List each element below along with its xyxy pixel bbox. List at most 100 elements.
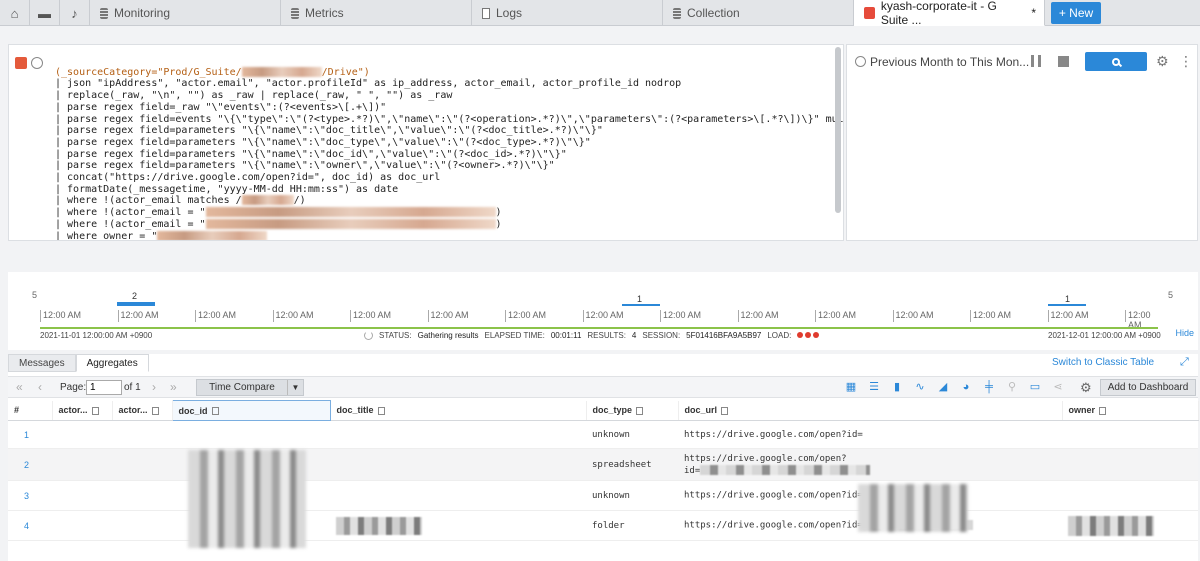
line-chart-icon[interactable]: ∿ xyxy=(913,381,927,394)
add-to-dashboard-button[interactable]: Add to Dashboard xyxy=(1100,379,1196,396)
query-line: | parse regex field=_raw "\"events\":(?<… xyxy=(55,101,387,113)
redacted-doc-urls xyxy=(858,484,968,532)
tab-messages[interactable]: Messages xyxy=(8,354,76,372)
chevron-down-icon[interactable]: ▼ xyxy=(287,380,303,395)
time-axis-tick-label: 12:00 AM xyxy=(1125,310,1160,330)
time-axis-tick-label: 12:00 AM xyxy=(427,310,469,322)
histogram: 5 5 2 1 1 12:00 AM 12:00 AM 12:00 AM 12:00 … xyxy=(8,272,1198,350)
expand-icon[interactable]: ⤢ xyxy=(1180,356,1189,369)
box-plot-icon[interactable]: ╪ xyxy=(982,381,996,394)
query-editor[interactable]: (_sourceCategory="Prod/G_Suite//Drive") |… xyxy=(8,44,844,241)
database-icon xyxy=(673,7,681,19)
page-input[interactable] xyxy=(86,380,122,395)
query-line: | where owner = " xyxy=(55,230,843,240)
time-range-panel: Previous Month to This Mon... ⚙ ⋮ xyxy=(846,44,1198,241)
column-header-actor-email[interactable]: actor... xyxy=(52,400,113,421)
document-icon xyxy=(482,7,490,19)
bar-label: 1 xyxy=(1065,294,1071,304)
new-tab-button[interactable]: + New xyxy=(1051,2,1101,24)
time-range-selector[interactable]: Previous Month to This Mon... xyxy=(870,55,1029,69)
histogram-bar[interactable] xyxy=(1048,304,1086,306)
bar-label: 1 xyxy=(637,294,643,304)
column-header-doc-title[interactable]: doc_title xyxy=(330,400,587,421)
next-page-icon[interactable]: › xyxy=(152,380,156,394)
column-chart-icon[interactable]: ▮ xyxy=(890,381,904,394)
column-header-index[interactable]: # xyxy=(8,400,53,421)
redacted-doc-ids xyxy=(188,450,306,548)
redacted-text xyxy=(1068,515,1154,536)
time-axis-tick-label: 12:00 AM xyxy=(505,310,546,322)
column-header-doc-type[interactable]: doc_type xyxy=(586,400,679,421)
redacted-text xyxy=(700,465,871,475)
query-line: | where !(actor_email matches //) xyxy=(55,195,306,207)
copy-icon xyxy=(636,406,644,415)
folder-icon[interactable]: ▬ xyxy=(30,0,60,26)
time-axis-tick-label: 12:00 AM xyxy=(582,310,624,322)
tab-logs[interactable]: Logs xyxy=(472,0,663,26)
time-axis-tick-label: 12:00 AM xyxy=(195,310,236,322)
gear-icon[interactable]: ⚙ xyxy=(1156,53,1169,70)
column-header-owner[interactable]: owner xyxy=(1062,400,1199,421)
home-icon[interactable]: ⌂ xyxy=(0,0,30,26)
histogram-bar[interactable] xyxy=(117,302,155,306)
query-text[interactable]: (_sourceCategory="Prod/G_Suite//Drive") |… xyxy=(55,55,844,240)
results-table: # actor... actor... doc_id doc_title doc… xyxy=(8,400,1199,541)
time-axis-tick-label: 12:00 AM xyxy=(892,310,934,322)
table-row[interactable]: 1 unknown https://drive.google.com/open?… xyxy=(8,420,1198,449)
table-icon[interactable]: ▦ xyxy=(844,381,858,394)
time-axis-tick-label: 12:00 AM xyxy=(350,310,391,322)
query-line: | json "ipAddress", "actor.email", "acto… xyxy=(55,78,682,90)
tab-monitoring[interactable]: Monitoring xyxy=(90,0,281,26)
map-pin-icon[interactable]: ⚲ xyxy=(1005,381,1019,394)
prev-page-icon[interactable]: ‹ xyxy=(38,380,42,394)
bar-horizontal-icon[interactable]: ☰ xyxy=(867,381,881,394)
search-button[interactable] xyxy=(1085,52,1147,71)
copy-icon xyxy=(151,406,159,415)
column-header-doc-id[interactable]: doc_id xyxy=(171,400,331,421)
clock-icon xyxy=(855,56,866,67)
query-line: | concat("https://drive.google.com/open?… xyxy=(55,172,441,184)
copy-icon xyxy=(1099,406,1107,415)
table-row[interactable]: 2 spreadsheet https://drive.google.com/o… xyxy=(8,448,1198,481)
time-axis-tick-label: 12:00 AM xyxy=(40,310,81,322)
more-vertical-icon[interactable]: ⋮ xyxy=(1179,53,1193,70)
pause-icon[interactable] xyxy=(1031,55,1041,67)
range-start: 2021-11-01 12:00:00 AM +0900 xyxy=(40,331,153,340)
bell-icon[interactable]: ♪ xyxy=(60,0,90,26)
time-axis-tick-label: 12:00 AM xyxy=(1047,310,1089,322)
tab-aggregates[interactable]: Aggregates xyxy=(75,354,149,372)
query-line: | where !(actor_email = ") xyxy=(55,218,502,230)
funnel-icon[interactable]: ⋖ xyxy=(1051,381,1065,394)
time-compare-button[interactable]: Time Compare ▼ xyxy=(196,379,304,396)
pie-chart-icon[interactable]: ◕ xyxy=(959,381,973,394)
switch-classic-table-link[interactable]: Switch to Classic Table xyxy=(1052,357,1154,368)
time-axis: 12:00 AM 12:00 AM 12:00 AM 12:00 AM 12:00 AM… xyxy=(40,310,1160,330)
table-row[interactable]: 3 unknown https://drive.google.com/open?… xyxy=(8,480,1198,511)
gear-icon[interactable]: ⚙ xyxy=(1080,380,1092,396)
history-icon[interactable] xyxy=(31,57,43,69)
single-value-icon[interactable]: ▭ xyxy=(1028,381,1042,394)
search-icon xyxy=(1112,57,1120,66)
tab-collection[interactable]: Collection xyxy=(663,0,854,26)
column-header-actor-profile[interactable]: actor... xyxy=(112,400,173,421)
table-row[interactable]: 4 folder https://drive.google.com/open?i… xyxy=(8,510,1198,541)
area-chart-icon[interactable]: ◢ xyxy=(936,381,950,394)
histogram-bar[interactable] xyxy=(622,304,660,306)
hide-histogram-link[interactable]: Hide xyxy=(1175,328,1194,338)
tab-gsuite-search[interactable]: kyash-corporate-it - G Suite ... * xyxy=(854,0,1045,27)
first-page-icon[interactable]: « xyxy=(16,380,23,394)
modified-indicator: * xyxy=(1031,5,1036,20)
redacted-text xyxy=(157,230,268,240)
column-header-doc-url[interactable]: doc_url xyxy=(678,400,1063,421)
editor-scrollbar[interactable] xyxy=(835,47,841,213)
database-icon xyxy=(100,7,108,19)
time-axis-tick-label: 12:00 AM xyxy=(815,310,856,322)
last-page-icon[interactable]: » xyxy=(170,380,177,394)
tab-metrics[interactable]: Metrics xyxy=(281,0,472,26)
time-axis-tick-label: 12:00 AM xyxy=(660,310,701,322)
redacted-text xyxy=(241,66,322,77)
stop-icon[interactable] xyxy=(1058,56,1069,67)
redacted-text xyxy=(336,516,422,535)
query-icon xyxy=(15,57,27,69)
query-line: | parse regex field=events "\{\"type\":\… xyxy=(55,113,844,125)
